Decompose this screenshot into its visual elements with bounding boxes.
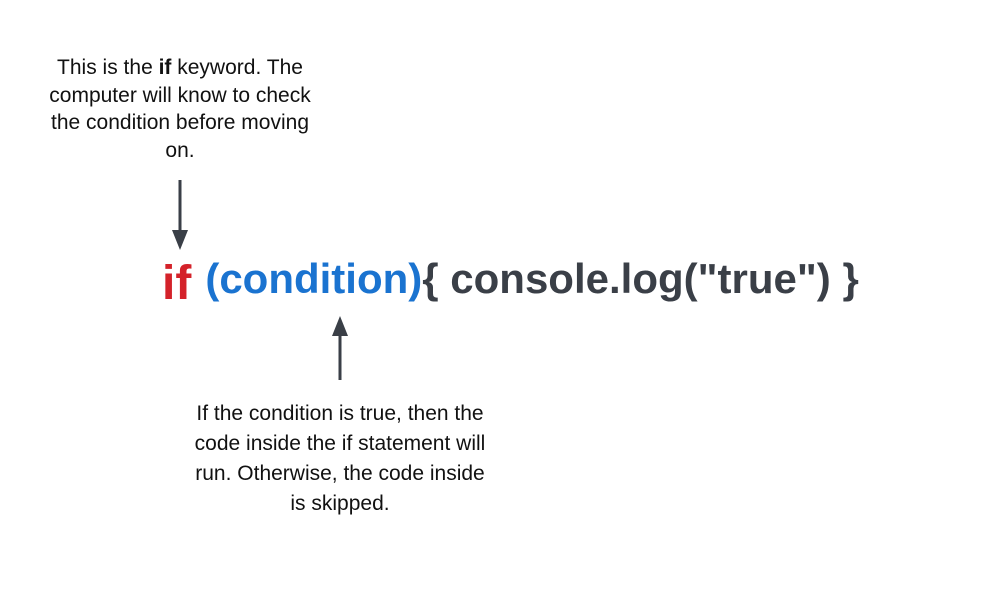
condition-annotation: If the condition is true, then the code … — [194, 402, 486, 515]
if-keyword: if — [162, 257, 192, 310]
if-statement-code: if (condition){ console.log("true") } — [162, 248, 859, 310]
keyword-annotation: This is the if keyword. The computer wil… — [35, 54, 325, 164]
keyword-annotation-keyword: if — [158, 56, 172, 79]
statement-body: { console.log("true") } — [422, 255, 859, 302]
condition-expression: (condition) — [205, 255, 423, 302]
keyword-annotation-before: This is the — [57, 56, 159, 79]
arrow-up-to-condition — [332, 316, 348, 380]
arrow-down-to-keyword — [172, 180, 188, 250]
